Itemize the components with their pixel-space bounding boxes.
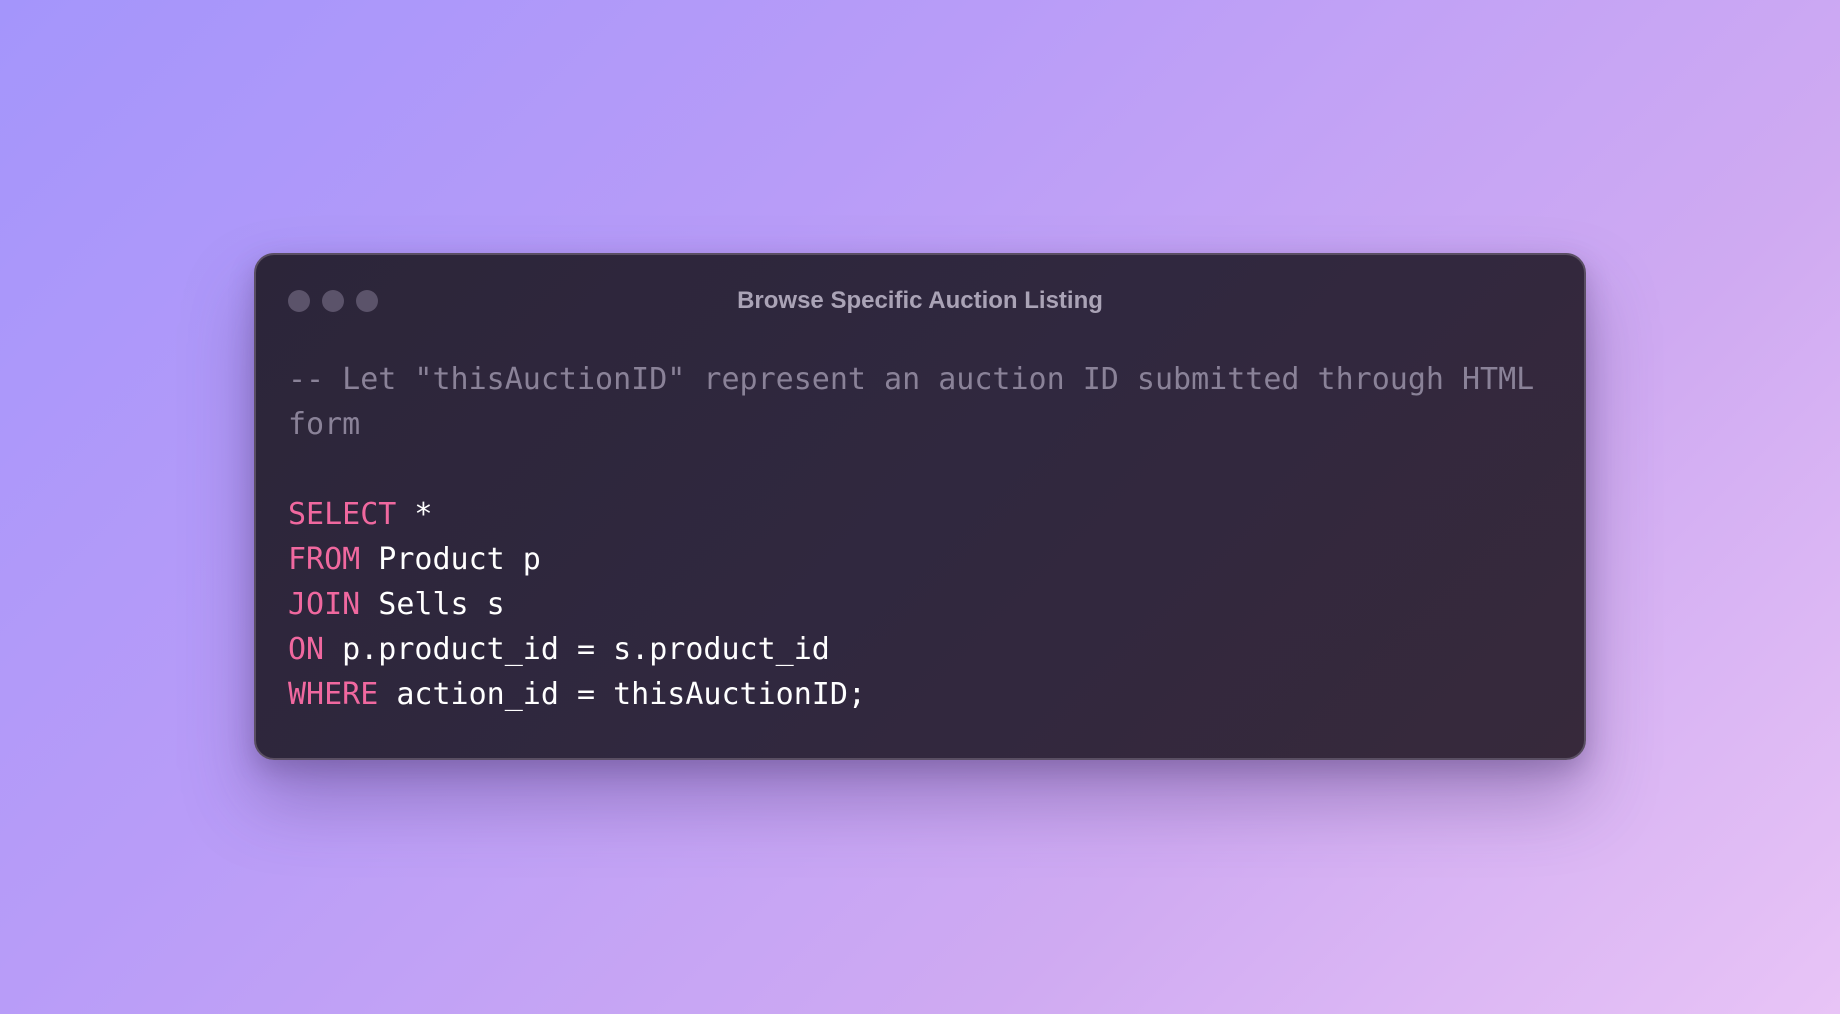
code-block: -- Let "thisAuctionID" represent an auct… (288, 357, 1548, 717)
sql-keyword: WHERE (288, 677, 379, 712)
sql-text: Product p (360, 542, 541, 577)
code-comment-line: -- Let "thisAuctionID" represent an auct… (288, 362, 1535, 397)
code-line: JOIN Sells s (288, 582, 1548, 627)
code-line: SELECT * (288, 492, 1548, 537)
code-line: ON p.product_id = s.product_id (288, 627, 1548, 672)
sql-text: * (396, 497, 433, 532)
window-titlebar: Browse Specific Auction Listing (256, 255, 1584, 351)
sql-text: Sells s (360, 587, 505, 622)
sql-keyword: FROM (288, 542, 361, 577)
code-line: WHERE action_id = thisAuctionID; (288, 672, 1548, 717)
window-title: Browse Specific Auction Listing (737, 287, 1103, 314)
sql-text: action_id = thisAuctionID; (378, 677, 866, 712)
code-window: Browse Specific Auction Listing -- Let "… (254, 253, 1586, 760)
sql-keyword: JOIN (288, 587, 361, 622)
sql-keyword: ON (288, 632, 325, 667)
code-line: FROM Product p (288, 537, 1548, 582)
sql-keyword: SELECT (288, 497, 397, 532)
code-comment-line: form (288, 407, 361, 442)
sql-text: p.product_id = s.product_id (324, 632, 830, 667)
